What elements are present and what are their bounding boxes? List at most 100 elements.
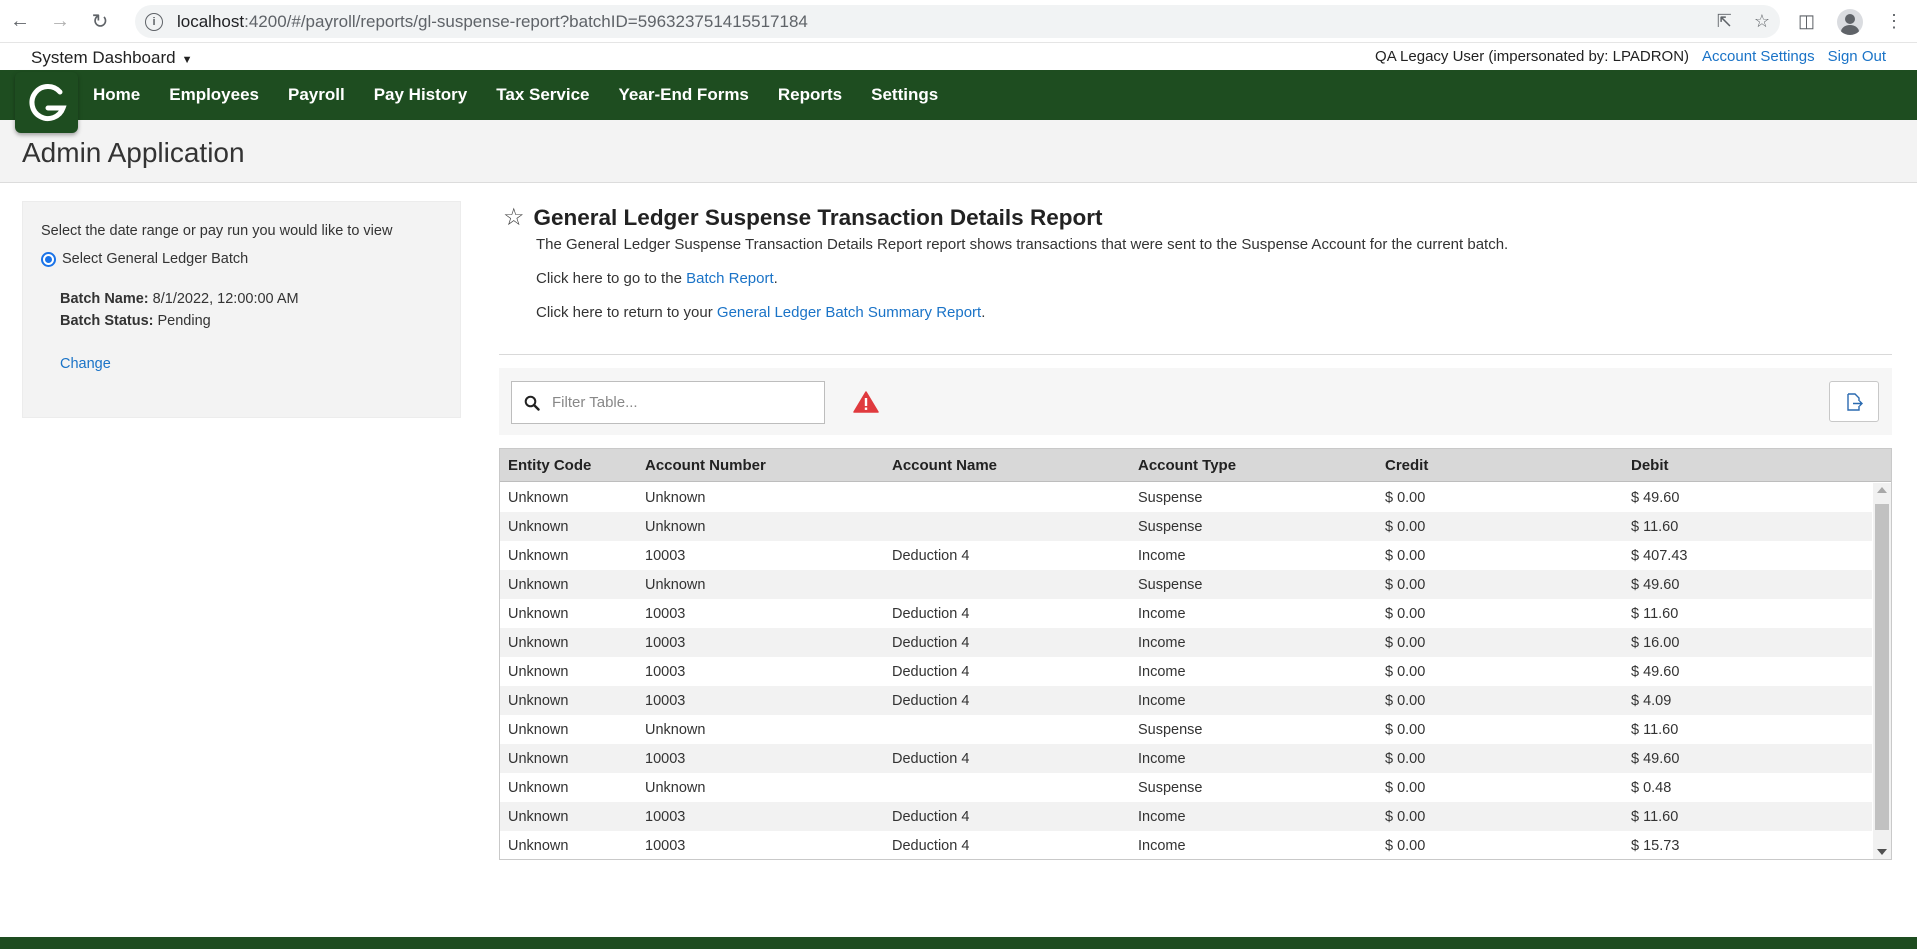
cell-entity-code: Unknown (508, 548, 569, 564)
side-panel-icon[interactable]: ◫ (1798, 11, 1815, 32)
cell-account-type: Suspense (1138, 780, 1203, 796)
table-row[interactable]: Unknown 10003 Deduction 4 Income $ 0.00 $ 11.… (500, 802, 1872, 831)
scroll-up-icon[interactable] (1877, 487, 1887, 493)
column-header-account-type[interactable]: Account Type (1138, 457, 1236, 474)
change-batch-link[interactable]: Change (60, 356, 111, 372)
cell-entity-code: Unknown (508, 490, 569, 506)
scroll-thumb[interactable] (1875, 504, 1889, 830)
cell-debit: $ 407.43 (1631, 548, 1688, 564)
cell-account-type: Income (1138, 809, 1186, 825)
cell-debit: $ 16.00 (1631, 635, 1680, 651)
cell-debit: $ 49.60 (1631, 490, 1680, 506)
gl-batch-radio-option[interactable]: Select General Ledger Batch (41, 251, 248, 267)
page-footer (0, 937, 1917, 949)
nav-reports[interactable]: Reports (778, 85, 842, 105)
cell-debit: $ 49.60 (1631, 751, 1680, 767)
filter-table-input[interactable] (552, 394, 812, 411)
cell-account-type: Suspense (1138, 722, 1203, 738)
table-scrollbar[interactable] (1873, 483, 1891, 859)
reload-icon[interactable]: ↻ (80, 0, 120, 43)
cell-account-number: 10003 (645, 809, 686, 825)
table-row[interactable]: Unknown Unknown Suspense $ 0.00 $ 49.60 (500, 570, 1872, 599)
report-title: General Ledger Suspense Transaction Deta… (533, 205, 1103, 230)
cell-account-number: 10003 (645, 838, 686, 854)
cell-debit: $ 0.48 (1631, 780, 1672, 796)
table-row[interactable]: Unknown 10003 Deduction 4 Income $ 0.00 $ 49.… (500, 744, 1872, 773)
cell-credit: $ 0.00 (1385, 548, 1426, 564)
column-header-account-name[interactable]: Account Name (892, 457, 997, 474)
cell-debit: $ 11.60 (1631, 606, 1679, 622)
cell-credit: $ 0.00 (1385, 635, 1426, 651)
table-row[interactable]: Unknown Unknown Suspense $ 0.00 $ 11.60 (500, 512, 1872, 541)
column-header-entity-code[interactable]: Entity Code (508, 457, 591, 474)
cell-account-type: Income (1138, 635, 1186, 651)
site-info-icon[interactable]: i (145, 12, 163, 31)
export-button[interactable] (1829, 381, 1879, 422)
table-row[interactable]: Unknown 10003 Deduction 4 Income $ 0.00 $ 49.… (500, 657, 1872, 686)
cell-account-type: Income (1138, 838, 1186, 854)
cell-account-number: 10003 (645, 664, 686, 680)
gl-suspense-table: Entity Code Account Number Account Name … (499, 448, 1892, 860)
cell-entity-code: Unknown (508, 838, 569, 854)
filter-table-box[interactable] (511, 381, 825, 424)
batch-report-link[interactable]: Batch Report (686, 270, 774, 287)
radio-selected-icon[interactable] (41, 251, 56, 267)
cell-entity-code: Unknown (508, 693, 569, 709)
batch-name-value: 8/1/2022, 12:00:00 AM (152, 291, 299, 307)
warning-icon[interactable] (853, 391, 879, 413)
nav-settings[interactable]: Settings (871, 85, 938, 105)
forward-icon[interactable]: → (40, 0, 80, 43)
back-icon[interactable]: ← (0, 0, 40, 43)
cell-debit: $ 15.73 (1631, 838, 1680, 854)
table-row[interactable]: Unknown 10003 Deduction 4 Income $ 0.00 $ 407… (500, 541, 1872, 570)
batch-selector-panel: Select the date range or pay run you wou… (22, 201, 461, 418)
table-row[interactable]: Unknown Unknown Suspense $ 0.00 $ 49.60 (500, 483, 1872, 512)
summary-report-link[interactable]: General Ledger Batch Summary Report (717, 304, 981, 321)
cell-entity-code: Unknown (508, 664, 569, 680)
system-dashboard-label: System Dashboard (31, 48, 176, 67)
table-row[interactable]: Unknown 10003 Deduction 4 Income $ 0.00 $ 11.… (500, 599, 1872, 628)
column-header-credit[interactable]: Credit (1385, 457, 1428, 474)
table-row[interactable]: Unknown 10003 Deduction 4 Income $ 0.00 $ 4.0… (500, 686, 1872, 715)
batch-report-line: Click here to go to the Batch Report. (536, 270, 778, 287)
sign-out-link[interactable]: Sign Out (1828, 48, 1886, 65)
table-row[interactable]: Unknown Unknown Suspense $ 0.00 $ 11.60 (500, 715, 1872, 744)
system-dashboard-dropdown[interactable]: System Dashboard ▼ (31, 48, 192, 68)
bookmark-star-icon[interactable]: ☆ (1754, 11, 1770, 32)
table-body: Unknown Unknown Suspense $ 0.00 $ 49.60 Unkno… (500, 483, 1872, 859)
nav-year-end-forms[interactable]: Year-End Forms (619, 85, 749, 105)
cell-account-name: Deduction 4 (892, 635, 970, 651)
cell-account-type: Income (1138, 606, 1186, 622)
search-icon (512, 395, 552, 411)
scroll-down-icon[interactable] (1877, 849, 1887, 855)
column-header-debit[interactable]: Debit (1631, 457, 1669, 474)
share-icon[interactable]: ⇱ (1717, 11, 1732, 32)
cell-debit: $ 49.60 (1631, 577, 1680, 593)
summary-report-period: . (981, 304, 986, 321)
browser-menu-icon[interactable]: ⋮ (1885, 11, 1903, 32)
cell-debit: $ 11.60 (1631, 519, 1679, 535)
radio-label: Select General Ledger Batch (62, 251, 249, 267)
account-settings-link[interactable]: Account Settings (1702, 48, 1815, 65)
table-row[interactable]: Unknown 10003 Deduction 4 Income $ 0.00 $ 15.… (500, 831, 1872, 859)
cell-account-number: 10003 (645, 606, 686, 622)
table-row[interactable]: Unknown 10003 Deduction 4 Income $ 0.00 $ 16.… (500, 628, 1872, 657)
nav-home[interactable]: Home (93, 85, 140, 105)
cell-credit: $ 0.00 (1385, 838, 1426, 854)
column-header-account-number[interactable]: Account Number (645, 457, 766, 474)
table-row[interactable]: Unknown Unknown Suspense $ 0.00 $ 0.48 (500, 773, 1872, 802)
nav-tax-service[interactable]: Tax Service (496, 85, 589, 105)
cell-account-type: Income (1138, 664, 1186, 680)
favorite-star-icon[interactable]: ☆ (503, 206, 525, 230)
cell-account-number: 10003 (645, 635, 686, 651)
cell-credit: $ 0.00 (1385, 519, 1426, 535)
profile-avatar-icon[interactable] (1837, 8, 1863, 35)
nav-payroll[interactable]: Payroll (288, 85, 345, 105)
address-bar[interactable]: i localhost:4200/#/payroll/reports/gl-su… (135, 5, 1780, 38)
nav-pay-history[interactable]: Pay History (374, 85, 468, 105)
app-logo[interactable] (15, 72, 78, 133)
cell-credit: $ 0.00 (1385, 722, 1426, 738)
page-header: Admin Application (0, 120, 1917, 183)
nav-employees[interactable]: Employees (169, 85, 259, 105)
g-logo-icon (28, 83, 67, 121)
